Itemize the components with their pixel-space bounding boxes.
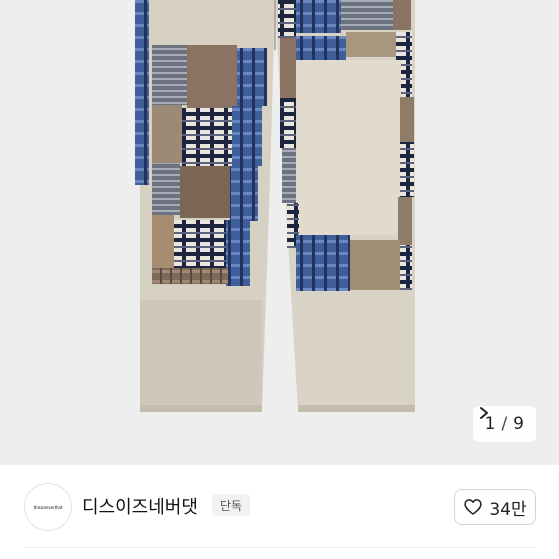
divider bbox=[24, 547, 535, 548]
exclusive-badge: 단독 bbox=[212, 494, 251, 516]
like-count: 34만 bbox=[489, 499, 527, 520]
seller-avatar[interactable]: thisisneverthat bbox=[24, 483, 72, 531]
total-image-count: 9 bbox=[513, 414, 524, 434]
patchwork-pants-photo bbox=[135, 0, 415, 412]
seller-row[interactable]: thisisneverthat 디스이즈네버댓 단독 34만 bbox=[0, 465, 559, 559]
product-image[interactable]: 1 / 9 bbox=[0, 0, 559, 465]
seller-name[interactable]: 디스이즈네버댓 bbox=[82, 493, 198, 519]
like-button[interactable]: 34만 bbox=[454, 489, 536, 525]
counter-separator: / bbox=[501, 414, 508, 434]
seller-avatar-logo: thisisneverthat bbox=[33, 504, 63, 510]
heart-outline-icon bbox=[464, 499, 483, 515]
image-counter[interactable]: 1 / 9 bbox=[472, 406, 536, 442]
chevron-right-icon bbox=[479, 407, 488, 419]
